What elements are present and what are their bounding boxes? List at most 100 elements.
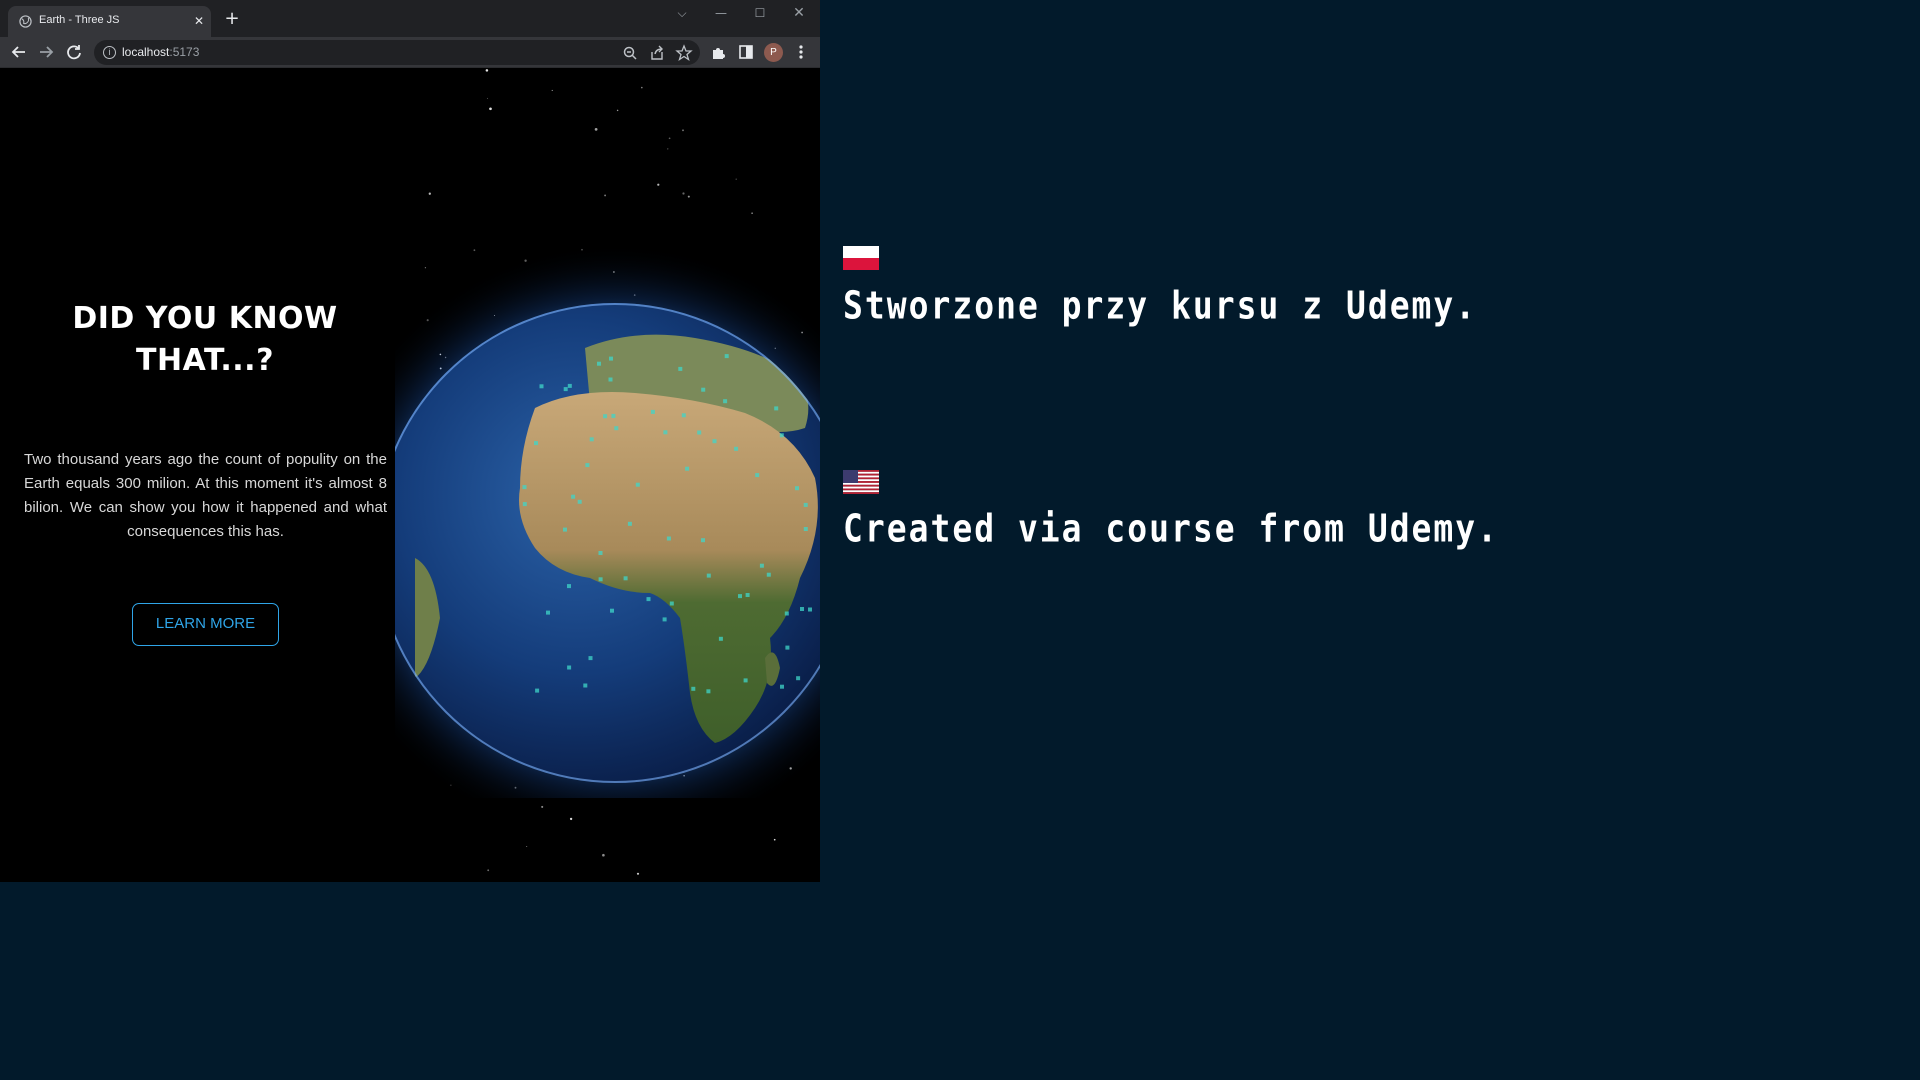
population-marker [646,597,651,602]
population-marker [718,636,723,641]
population-marker [567,665,572,670]
tab-earth[interactable]: Earth - Three JS ✕ [8,6,211,37]
star [604,194,607,197]
side-panel-icon[interactable] [735,41,757,63]
population-marker [697,430,702,435]
close-icon[interactable]: ✕ [192,14,206,28]
population-marker [535,688,540,693]
population-marker [522,502,527,507]
population-marker [784,611,789,616]
population-marker [706,689,711,694]
url-text[interactable]: localhost:5173 [122,45,199,59]
population-marker [738,594,742,599]
star [594,128,598,131]
population-marker [785,645,790,650]
star [541,805,544,808]
star [551,89,553,91]
forward-arrow-icon[interactable] [35,41,57,63]
population-marker [614,426,619,431]
population-marker [589,437,594,442]
earth-globe[interactable] [395,198,820,798]
reload-icon[interactable] [63,41,85,63]
star [487,869,490,872]
caption-english: Created via course from Udemy. [843,506,1500,551]
population-marker [567,383,572,388]
population-marker [650,409,655,414]
close-window-icon[interactable]: ✕ [787,4,811,22]
intro-paragraph: Two thousand years ago the count of popu… [24,451,387,540]
globe-icon [19,15,32,28]
population-marker [678,366,683,371]
page-viewport: DID YOU KNOW THAT...? Two thousand years… [0,68,820,882]
population-marker [803,527,808,531]
population-marker [712,439,717,444]
url-host: localhost [122,45,170,59]
maximize-icon[interactable]: ☐ [748,4,772,22]
population-marker [743,678,748,683]
population-marker [706,573,711,578]
star [682,192,685,195]
population-marker [522,485,527,490]
population-marker [724,354,729,359]
population-marker [755,473,760,478]
tab-title: Earth - Three JS [39,14,120,26]
star-icon[interactable] [675,44,693,62]
population-marker [611,413,616,418]
population-marker [603,414,608,419]
browser-window: Earth - Three JS ✕ + ⌵ — ☐ ✕ i localhost… [0,0,820,882]
population-marker [571,494,576,499]
population-marker [803,502,808,507]
population-marker [583,683,588,688]
population-marker [759,563,764,568]
population-marker [663,430,668,435]
star [569,817,573,821]
population-marker [734,446,739,451]
star [489,107,492,111]
population-marker [766,572,771,577]
population-marker [567,584,571,589]
population-marker [534,441,538,446]
caption-polish: Stworzone przy kursu z Udemy. [843,283,1478,328]
population-marker [597,361,601,366]
address-bar[interactable]: i localhost:5173 [94,40,700,65]
poland-flag-icon [843,246,879,270]
population-marker [609,356,613,361]
population-marker [779,433,784,438]
population-marker [681,413,686,418]
menu-icon[interactable] [790,41,812,63]
plus-icon[interactable]: + [222,9,242,29]
learn-more-button[interactable]: LEARN MORE [132,603,279,646]
population-marker [723,399,728,404]
population-marker [701,538,705,543]
zoom-icon[interactable] [621,44,639,62]
chevron-down-icon[interactable]: ⌵ [670,4,694,22]
extensions-icon[interactable] [707,41,729,63]
star [641,86,643,89]
tab-strip: Earth - Three JS ✕ + ⌵ — ☐ ✕ [0,0,820,37]
population-marker [635,482,640,487]
population-marker [796,676,801,681]
population-marker [808,607,812,612]
star [636,872,640,875]
info-icon[interactable]: i [103,46,116,59]
population-marker [662,617,667,622]
avatar[interactable]: P [764,43,783,62]
star [657,183,660,186]
star [526,845,528,848]
star [602,853,605,857]
star [682,129,684,132]
population-marker [588,656,593,661]
population-marker [669,601,674,606]
minimize-icon[interactable]: — [709,4,733,22]
usa-flag-icon [843,470,879,494]
share-icon[interactable] [648,44,666,62]
population-marker [800,607,804,611]
star [667,148,669,150]
title-line-1: DID YOU KNOW [72,301,338,336]
population-marker [666,536,671,541]
population-marker [691,686,696,691]
population-marker [585,463,590,468]
back-arrow-icon[interactable] [8,41,30,63]
star [485,69,489,72]
population-marker [780,684,784,689]
